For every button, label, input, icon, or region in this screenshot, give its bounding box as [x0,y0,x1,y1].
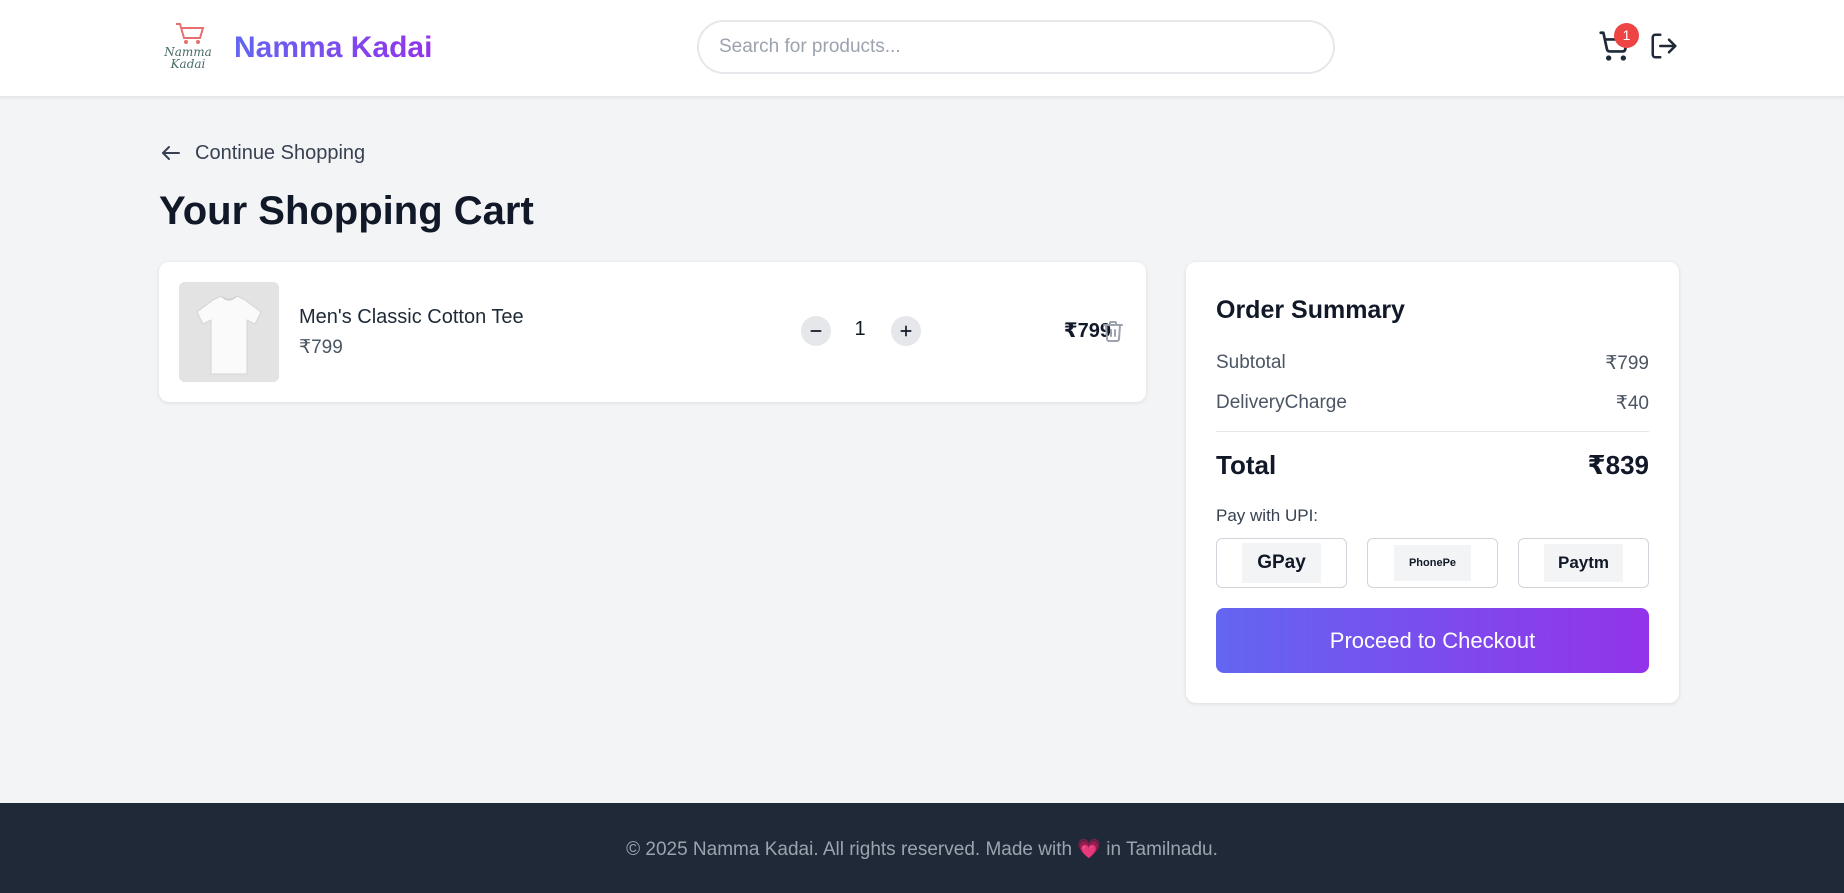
footer-text: © 2025 Namma Kadai. All rights reserved.… [0,837,1844,861]
quantity-value: 1 [854,318,866,340]
site-footer: © 2025 Namma Kadai. All rights reserved.… [0,803,1844,893]
total-row: Total ₹839 [1216,450,1649,481]
continue-shopping-link[interactable]: Continue Shopping [159,140,365,166]
subtotal-label: Subtotal [1216,352,1286,373]
logo[interactable]: Namma Kadai [160,18,216,74]
subtotal-value: ₹799 [1605,353,1649,374]
summary-divider [1216,431,1649,432]
proceed-to-checkout-button[interactable]: Proceed to Checkout [1216,608,1649,673]
delivery-row: DeliveryCharge ₹40 [1216,392,1649,415]
order-summary-title: Order Summary [1216,296,1405,324]
continue-shopping-label: Continue Shopping [195,141,366,164]
cart-item: Men's Classic Cotton Tee ₹799 1 ₹799 [159,262,1146,402]
site-header: Namma Kadai Namma Kadai 1 [0,0,1844,97]
phonepe-button[interactable]: PhonePe [1367,538,1498,588]
paytm-button[interactable]: Paytm [1518,538,1649,588]
page-title: Your Shopping Cart [159,189,534,233]
upi-label: Pay with UPI: [1216,506,1319,525]
tshirt-image [179,282,279,382]
svg-text:Kadai: Kadai [170,57,206,71]
cart-count-badge: 1 [1614,23,1639,48]
trash-icon [1103,321,1123,342]
increase-quantity-button[interactable] [891,316,921,346]
footer-location: in Tamilnadu. [1106,839,1218,860]
footer-copyright: © 2025 Namma Kadai. All rights reserved.… [626,839,1073,860]
remove-item-button[interactable] [1101,318,1125,344]
order-summary: Order Summary Subtotal ₹799 DeliveryChar… [1186,262,1679,703]
decrease-quantity-button[interactable] [801,316,831,346]
total-value: ₹839 [1587,450,1649,480]
product-unit-price: ₹799 [299,337,343,358]
item-line-total: ₹799 [1063,320,1111,342]
product-name[interactable]: Men's Classic Cotton Tee [299,306,524,329]
total-label: Total [1216,450,1277,480]
subtotal-row: Subtotal ₹799 [1216,352,1649,375]
plus-icon [900,325,912,337]
logout-icon [1651,33,1677,59]
logo-cart-icon: Namma Kadai [163,23,212,71]
gpay-button[interactable]: GPay [1216,538,1347,588]
delivery-value: ₹40 [1615,393,1649,414]
gpay-label: GPay [1242,543,1321,583]
paytm-label: Paytm [1543,544,1624,582]
search-input[interactable] [697,20,1335,74]
delivery-label: DeliveryCharge [1216,392,1347,413]
phonepe-label: PhonePe [1393,545,1472,581]
product-image[interactable] [179,282,279,382]
brand-name[interactable]: Namma Kadai [234,30,432,66]
arrow-left-icon [162,146,180,160]
heart-icon: 💗 [1077,839,1101,860]
logout-button[interactable] [1649,31,1679,61]
minus-icon [810,330,822,332]
